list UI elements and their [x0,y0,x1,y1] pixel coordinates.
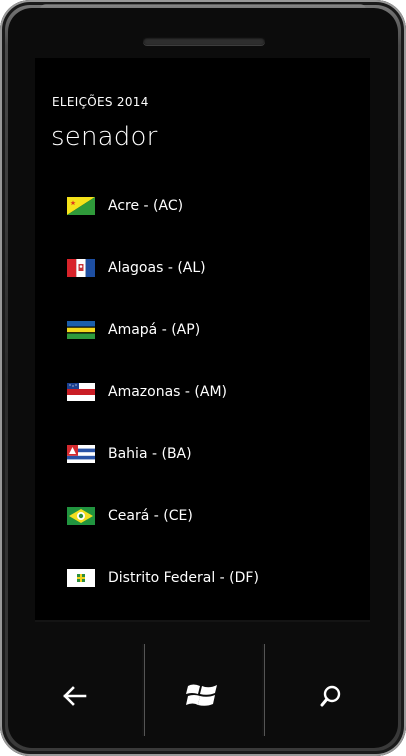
list-item-label: Amapá - (AP) [108,322,201,338]
list-item-ceara[interactable]: Ceará - (CE) [67,496,357,536]
list-item-amazonas[interactable]: Amazonas - (AM) [67,372,357,412]
search-icon [320,685,341,707]
list-item-label: Bahia - (BA) [108,446,192,462]
distrito-federal-flag-icon [67,569,95,587]
phone-frame: ELEIÇÕES 2014 senador Acre - (AC) Alagoa… [0,0,406,756]
amapa-flag-icon [67,321,95,339]
list-item-bahia[interactable]: Bahia - (BA) [67,434,357,474]
list-item-label: Amazonas - (AM) [108,384,227,400]
back-arrow-icon [63,686,87,706]
screen: ELEIÇÕES 2014 senador Acre - (AC) Alagoa… [35,58,370,620]
acre-flag-icon [67,197,95,215]
amazonas-flag-icon [67,383,95,401]
list-item-acre[interactable]: Acre - (AC) [67,186,357,226]
alagoas-flag-icon [67,259,95,277]
hardware-nav-bar [8,644,398,748]
app-title: ELEIÇÕES 2014 [52,95,149,109]
list-item-distrito-federal[interactable]: Distrito Federal - (DF) [67,558,357,598]
list-item-label: Ceará - (CE) [108,508,193,524]
earpiece-speaker [143,37,265,45]
screen-bottom-edge [35,620,370,622]
list-item-label: Distrito Federal - (DF) [108,570,259,586]
list-item-alagoas[interactable]: Alagoas - (AL) [67,248,357,288]
windows-logo-icon [186,684,217,706]
list-item-label: Acre - (AC) [108,198,184,214]
search-button[interactable] [264,644,398,748]
list-item-label: Alagoas - (AL) [108,260,206,276]
page-title: senador [51,122,158,152]
list-item-amapa[interactable]: Amapá - (AP) [67,310,357,350]
ceara-flag-icon [67,507,95,525]
bahia-flag-icon [67,445,95,463]
back-button[interactable] [8,644,142,748]
start-button[interactable] [144,644,262,748]
